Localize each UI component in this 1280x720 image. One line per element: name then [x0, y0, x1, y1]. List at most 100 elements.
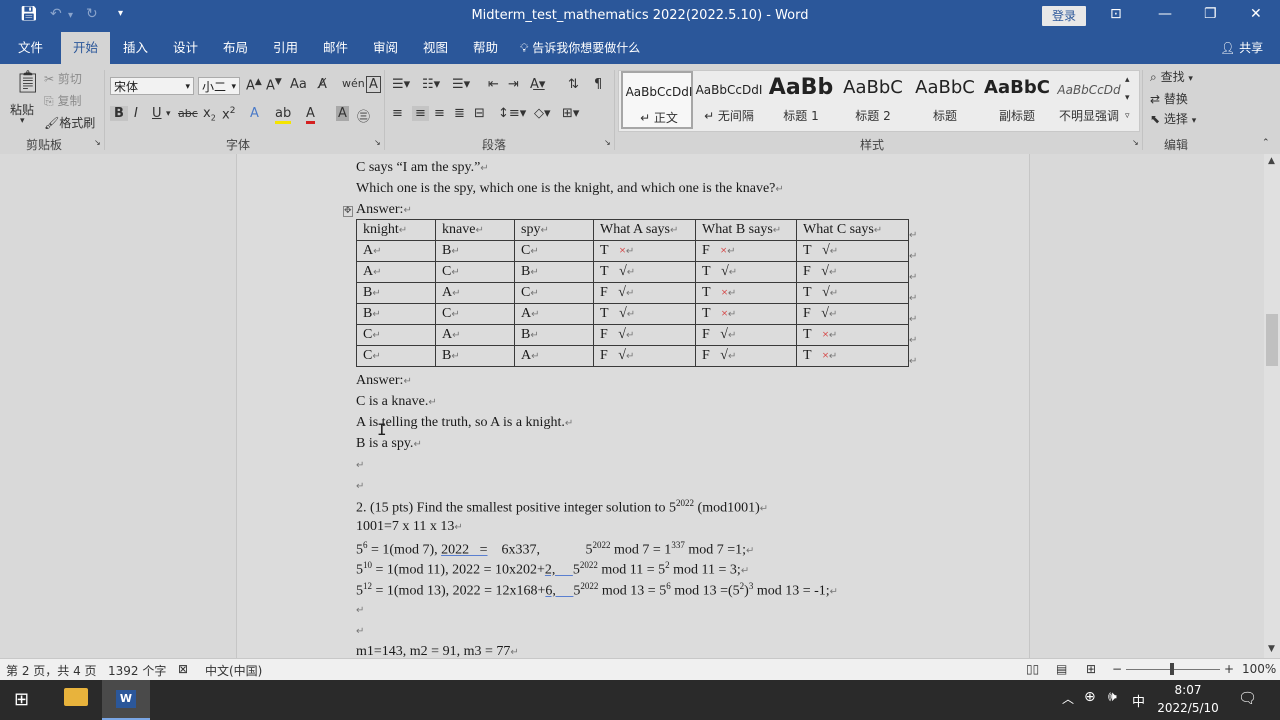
table-cell[interactable]: T ×↵	[695, 303, 797, 325]
phonetic-guide-icon[interactable]: wén	[342, 77, 365, 90]
table-cell[interactable]: B↵	[356, 303, 436, 325]
zoom-level[interactable]: 100%	[1242, 662, 1276, 676]
answer-label-2[interactable]: Answer:↵	[356, 373, 412, 389]
restore-icon[interactable]: ❐	[1204, 6, 1217, 22]
bold-button[interactable]: B	[110, 106, 128, 121]
grow-font-icon[interactable]: A▲	[246, 77, 262, 93]
table-cell[interactable]: C↵	[514, 282, 594, 304]
style-heading-1[interactable]: AaBb 标题 1	[765, 71, 837, 129]
table-move-handle-icon[interactable]: ✥	[343, 206, 353, 217]
find-button[interactable]: ⌕ 查找 ▾	[1150, 68, 1193, 85]
mod11-line[interactable]: 510 = 1(mod 11), 2022 = 10x202+2, 52022 …	[356, 560, 749, 579]
style-title[interactable]: AaBbC 标题	[909, 71, 981, 129]
tab-file[interactable]: 文件	[16, 32, 45, 64]
table-cell[interactable]: B↵	[514, 261, 594, 283]
align-center-icon[interactable]: ≡	[412, 106, 429, 121]
language[interactable]: 中文(中国)	[205, 662, 262, 679]
table-cell[interactable]: A↵	[514, 345, 594, 367]
zoom-slider-thumb[interactable]	[1170, 663, 1174, 675]
style-no-spacing[interactable]: AaBbCcDdI ↵ 无间隔	[693, 71, 765, 129]
document-page[interactable]: C says “I am the spy.”↵ Which one is the…	[236, 154, 1030, 658]
table-cell[interactable]: F √↵	[695, 345, 797, 367]
table-cell[interactable]: B↵	[514, 324, 594, 346]
style-subtle-emphasis[interactable]: AaBbCcDd 不明显强调	[1053, 71, 1125, 129]
table-cell[interactable]: T √↵	[796, 282, 909, 304]
clock-date[interactable]: 2022/5/10	[1152, 701, 1224, 715]
distributed-icon[interactable]: ⊟	[474, 106, 485, 121]
table-cell[interactable]: C↵	[514, 240, 594, 262]
customize-quick-access-icon[interactable]: ▾	[118, 8, 123, 19]
style-subtitle[interactable]: AaBbC 副标题	[981, 71, 1053, 129]
question-2[interactable]: 2. (15 pts) Find the smallest positive i…	[356, 498, 768, 517]
align-left-icon[interactable]: ≡	[392, 106, 403, 121]
cut-button[interactable]: ✂ 剪切	[44, 70, 82, 87]
m-values-line[interactable]: m1=143, m2 = 91, m3 = 77↵	[356, 644, 519, 658]
tab-layout[interactable]: 布局	[221, 32, 250, 64]
select-button[interactable]: ⬉ 选择 ▾	[1150, 110, 1196, 127]
tab-design[interactable]: 设计	[171, 32, 200, 64]
mod13-line[interactable]: 512 = 1(mod 13), 2022 = 12x168+6, 52022 …	[356, 581, 838, 600]
font-color-icon[interactable]: A	[306, 106, 315, 124]
table-cell[interactable]: C↵	[435, 261, 515, 283]
text-effects-icon[interactable]: A	[250, 106, 259, 121]
subscript-button[interactable]: x2	[203, 106, 216, 123]
table-cell[interactable]: T ×↵	[593, 240, 696, 262]
shading-icon[interactable]: ◇▾	[534, 106, 551, 121]
style-heading-2[interactable]: AaBbC 标题 2	[837, 71, 909, 129]
styles-more-icon[interactable]: ▿	[1125, 111, 1130, 121]
table-cell[interactable]: A↵	[435, 324, 515, 346]
scroll-up-icon[interactable]: ▲	[1268, 156, 1275, 166]
minimize-icon[interactable]: —	[1158, 6, 1172, 22]
tab-home[interactable]: 开始	[61, 32, 111, 64]
table-cell[interactable]: B↵	[435, 240, 515, 262]
replace-button[interactable]: ⇄ 替换	[1150, 90, 1188, 107]
table-header-cell[interactable]: What C says↵	[796, 219, 909, 241]
empty-paragraph[interactable]: ↵	[356, 457, 364, 473]
zoom-in-icon[interactable]: +	[1224, 662, 1234, 676]
strikethrough-button[interactable]: abc	[178, 107, 198, 120]
tab-review[interactable]: 审阅	[371, 32, 400, 64]
highlight-icon[interactable]: ab	[275, 106, 292, 124]
table-cell[interactable]: A↵	[356, 240, 436, 262]
show-marks-icon[interactable]: ¶	[594, 77, 602, 92]
table-cell[interactable]: T √↵	[593, 303, 696, 325]
undo-dropdown-icon[interactable]: ▾	[68, 10, 73, 21]
font-name-dropdown[interactable]: 宋体 ▾	[110, 77, 194, 95]
redo-icon[interactable]: ↻	[86, 6, 98, 22]
file-explorer-icon[interactable]	[64, 688, 88, 706]
answer-line[interactable]: A is telling the truth, so A is a knight…	[356, 415, 573, 431]
save-icon[interactable]: 💾︎	[20, 6, 38, 22]
share-button[interactable]: 👤︎ 共享	[1220, 32, 1263, 64]
tab-mailings[interactable]: 邮件	[321, 32, 350, 64]
font-size-dropdown[interactable]: 小二 ▾	[198, 77, 240, 95]
sort-icon[interactable]: ⇅	[568, 77, 579, 92]
table-cell[interactable]: F √↵	[593, 345, 696, 367]
zoom-out-icon[interactable]: −	[1112, 662, 1122, 676]
table-header-cell[interactable]: spy↵	[514, 219, 594, 241]
justify-icon[interactable]: ≣	[454, 106, 465, 121]
scrollbar-thumb[interactable]	[1266, 314, 1278, 366]
table-cell[interactable]: C↵	[356, 324, 436, 346]
align-right-icon[interactable]: ≡	[434, 106, 445, 121]
table-cell[interactable]: T √↵	[796, 240, 909, 262]
table-header-cell[interactable]: What A says↵	[593, 219, 696, 241]
table-cell[interactable]: T √↵	[695, 261, 797, 283]
web-layout-icon[interactable]: ⊞	[1086, 662, 1096, 676]
paste-icon[interactable]: 📋︎	[14, 70, 42, 95]
doc-line[interactable]: Which one is the spy, which one is the k…	[356, 181, 784, 197]
character-border-icon[interactable]: A	[366, 76, 381, 93]
table-cell[interactable]: F √↵	[796, 303, 909, 325]
styles-launcher-icon[interactable]: ↘	[1132, 138, 1139, 147]
table-cell[interactable]: C↵	[356, 345, 436, 367]
network-icon[interactable]: ⊕	[1084, 689, 1096, 705]
windows-start-icon[interactable]: ⊞	[14, 689, 29, 710]
paste-dropdown-icon[interactable]: ▾	[20, 116, 25, 126]
table-header-cell[interactable]: knave↵	[435, 219, 515, 241]
tab-insert[interactable]: 插入	[121, 32, 150, 64]
table-cell[interactable]: T √↵	[593, 261, 696, 283]
tab-help[interactable]: 帮助	[471, 32, 500, 64]
factorization-line[interactable]: 1001=7 x 11 x 13↵	[356, 519, 463, 535]
table-cell[interactable]: A↵	[356, 261, 436, 283]
answer-line[interactable]: B is a spy.↵	[356, 436, 422, 452]
copy-button[interactable]: ⎘ 复制	[44, 92, 81, 109]
